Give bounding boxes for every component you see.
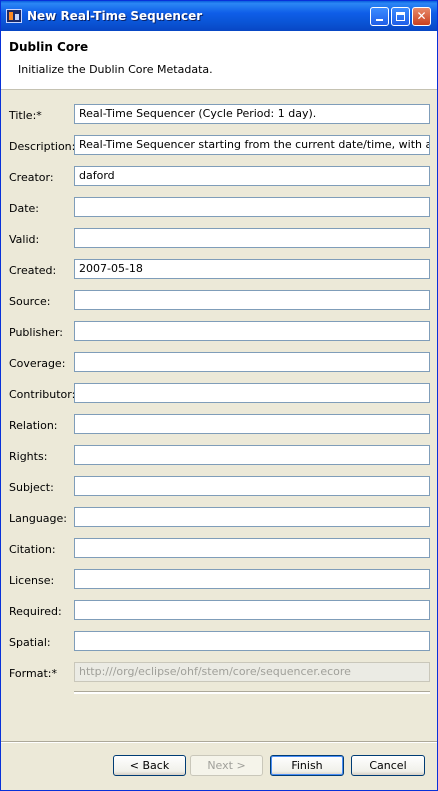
source-label: Source:: [9, 295, 51, 308]
app-icon: [6, 9, 22, 23]
maximize-button[interactable]: [391, 7, 410, 26]
row-source: Source:: [1, 290, 437, 312]
minimize-icon: [376, 19, 383, 21]
cancel-button[interactable]: Cancel: [351, 755, 425, 776]
created-label: Created:: [9, 264, 57, 277]
publisher-label: Publisher:: [9, 326, 64, 339]
row-spatial: Spatial:: [1, 631, 437, 653]
coverage-field[interactable]: [74, 352, 430, 372]
citation-field[interactable]: [74, 538, 430, 558]
row-created: Created: 2007-05-18: [1, 259, 437, 281]
row-description: Description: Real-Time Sequencer startin…: [1, 135, 437, 157]
row-license: License:: [1, 569, 437, 591]
maximize-icon: [396, 12, 405, 21]
citation-label: Citation:: [9, 543, 56, 556]
valid-label: Valid:: [9, 233, 40, 246]
license-field[interactable]: [74, 569, 430, 589]
row-valid: Valid:: [1, 228, 437, 250]
wizard-header: Dublin Core Initialize the Dublin Core M…: [1, 31, 437, 90]
publisher-field[interactable]: [74, 321, 430, 341]
title-label: Title:*: [9, 109, 42, 122]
page-description: Initialize the Dublin Core Metadata.: [18, 63, 213, 76]
button-bar-separator: [1, 741, 437, 743]
title-bar[interactable]: New Real-Time Sequencer ✕: [1, 1, 437, 31]
source-field[interactable]: [74, 290, 430, 310]
required-field[interactable]: [74, 600, 430, 620]
format-field: http:///org/eclipse/ohf/stem/core/sequen…: [74, 662, 430, 682]
contributor-label: Contributor:: [9, 388, 76, 401]
row-creator: Creator: daford: [1, 166, 437, 188]
description-label: Description:: [9, 140, 76, 153]
field-divider: [74, 691, 430, 694]
required-label: Required:: [9, 605, 62, 618]
contributor-field[interactable]: [74, 383, 430, 403]
coverage-label: Coverage:: [9, 357, 66, 370]
valid-field[interactable]: [74, 228, 430, 248]
row-rights: Rights:: [1, 445, 437, 467]
rights-label: Rights:: [9, 450, 48, 463]
row-coverage: Coverage:: [1, 352, 437, 374]
format-label: Format:*: [9, 667, 57, 680]
row-required: Required:: [1, 600, 437, 622]
date-field[interactable]: [74, 197, 430, 217]
subject-field[interactable]: [74, 476, 430, 496]
row-relation: Relation:: [1, 414, 437, 436]
license-label: License:: [9, 574, 55, 587]
title-field[interactable]: Real-Time Sequencer (Cycle Period: 1 day…: [74, 104, 430, 124]
row-date: Date:: [1, 197, 437, 219]
language-field[interactable]: [74, 507, 430, 527]
row-format: Format:* http:///org/eclipse/ohf/stem/co…: [1, 662, 437, 684]
window-title: New Real-Time Sequencer: [27, 9, 203, 23]
subject-label: Subject:: [9, 481, 54, 494]
close-button[interactable]: ✕: [412, 7, 431, 26]
spatial-field[interactable]: [74, 631, 430, 651]
rights-field[interactable]: [74, 445, 430, 465]
creator-field[interactable]: daford: [74, 166, 430, 186]
back-button[interactable]: < Back: [113, 755, 186, 776]
relation-field[interactable]: [74, 414, 430, 434]
creator-label: Creator:: [9, 171, 54, 184]
close-icon: ✕: [416, 9, 427, 23]
language-label: Language:: [9, 512, 67, 525]
row-subject: Subject:: [1, 476, 437, 498]
minimize-button[interactable]: [370, 7, 389, 26]
description-field[interactable]: Real-Time Sequencer starting from the cu…: [74, 135, 430, 155]
created-field[interactable]: 2007-05-18: [74, 259, 430, 279]
spatial-label: Spatial:: [9, 636, 51, 649]
row-title: Title:* Real-Time Sequencer (Cycle Perio…: [1, 104, 437, 126]
row-citation: Citation:: [1, 538, 437, 560]
row-contributor: Contributor:: [1, 383, 437, 405]
wizard-window: New Real-Time Sequencer ✕ Dublin Core In…: [0, 0, 438, 791]
row-publisher: Publisher:: [1, 321, 437, 343]
row-language: Language:: [1, 507, 437, 529]
date-label: Date:: [9, 202, 39, 215]
finish-button[interactable]: Finish: [270, 755, 344, 776]
relation-label: Relation:: [9, 419, 58, 432]
page-title: Dublin Core: [9, 40, 89, 54]
next-button[interactable]: Next >: [190, 755, 263, 776]
